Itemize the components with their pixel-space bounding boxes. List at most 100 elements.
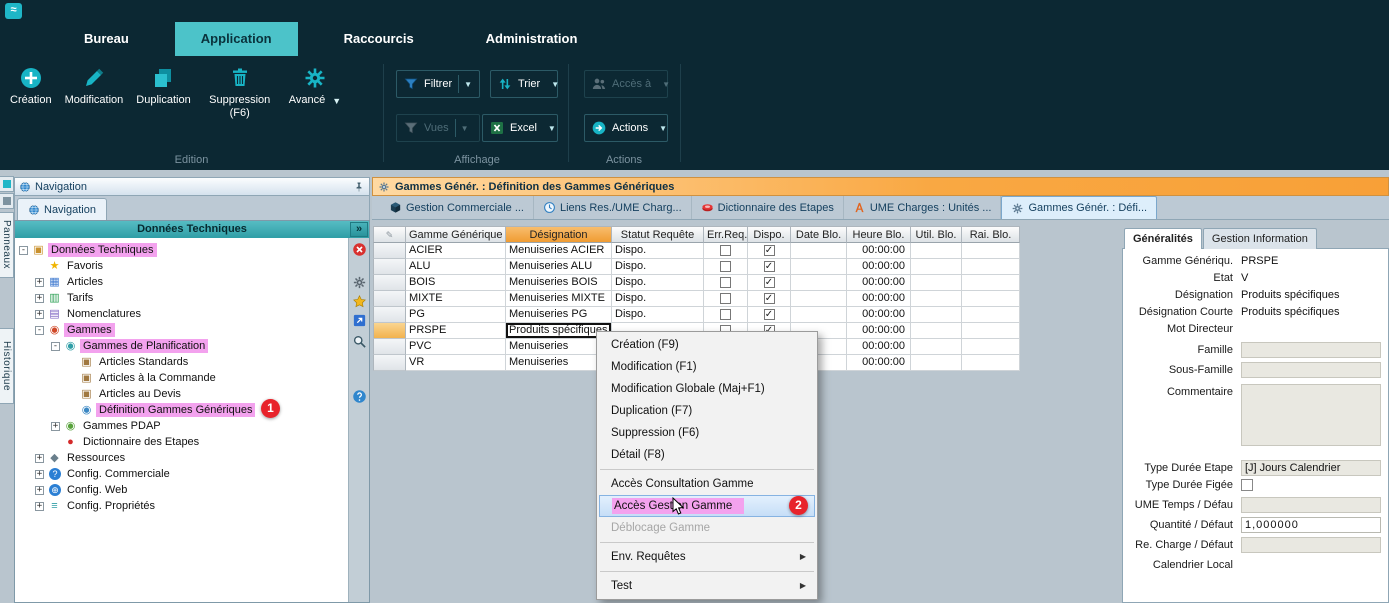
tab-application[interactable]: Application — [175, 22, 298, 56]
document-tab-dictionnaire-des-etapes[interactable]: Dictionnaire des Etapes — [692, 196, 844, 219]
table-row-pg[interactable]: PGMenuiseries PGDispo.✓00:00:00 — [373, 307, 1020, 323]
navigation-tab[interactable]: Navigation — [17, 198, 107, 220]
column-header-gamme-generique[interactable]: Gamme Générique — [406, 226, 506, 243]
tree-item-ressources[interactable]: +◆Ressources — [15, 450, 348, 466]
column-header-selector[interactable]: ✎ — [373, 226, 406, 243]
tab-raccourcis[interactable]: Raccourcis — [318, 22, 440, 56]
dropdown-arrow-icon[interactable]: ▼ — [659, 124, 667, 133]
tree-item-config-web[interactable]: +⊕Config. Web — [15, 482, 348, 498]
document-tab-gammes-gener-defi[interactable]: Gammes Génér. : Défi... — [1001, 196, 1157, 219]
navigate-icon[interactable] — [352, 313, 367, 328]
tree-item-articles-standards[interactable]: +▣Articles Standards — [15, 354, 348, 370]
table-row-mixte[interactable]: MIXTEMenuiseries MIXTEDispo.✓00:00:00 — [373, 291, 1020, 307]
field-input[interactable]: [J] Jours Calendrier — [1241, 460, 1381, 476]
modification-button[interactable]: Modification — [65, 66, 124, 107]
collapse-icon[interactable]: - — [35, 326, 44, 335]
menu-item-env-requetes[interactable]: Env. Requêtes▶ — [599, 546, 815, 568]
tree-item-donnees-techniques[interactable]: -▣Données Techniques — [15, 242, 348, 258]
tree-item-definition-gammes-generiques[interactable]: +◉Définition Gammes Génériques — [15, 402, 348, 418]
expand-icon[interactable]: + — [51, 422, 60, 431]
column-header-date-blo[interactable]: Date Blo. — [791, 226, 847, 243]
expand-icon[interactable]: + — [35, 310, 44, 319]
historique-tab[interactable]: Historique — [0, 328, 14, 404]
tab-administration[interactable]: Administration — [460, 22, 604, 56]
tab-bureau[interactable]: Bureau — [58, 22, 155, 56]
collapse-panel-button[interactable]: » — [350, 222, 368, 237]
expand-icon[interactable]: + — [35, 470, 44, 479]
excel-button[interactable]: Excel ▼ — [482, 114, 558, 142]
dropdown-arrow-icon[interactable]: ▼ — [464, 80, 472, 89]
menu-item-deblocage-gamme[interactable]: Déblocage Gamme — [599, 517, 815, 539]
panneaux-tab[interactable]: Panneaux — [0, 212, 14, 278]
document-tab-liens-res-ume-charg[interactable]: Liens Res./UME Charg... — [534, 196, 692, 219]
expand-icon[interactable]: + — [35, 294, 44, 303]
menu-item-creation-f9[interactable]: Création (F9) — [599, 334, 815, 356]
tree-item-gammes-pdap[interactable]: +◉Gammes PDAP — [15, 418, 348, 434]
expand-icon[interactable]: + — [35, 502, 44, 511]
expand-icon[interactable]: + — [35, 454, 44, 463]
tree-item-config-commerciale[interactable]: +?Config. Commerciale — [15, 466, 348, 482]
table-row-acier[interactable]: ACIERMenuiseries ACIERDispo.✓00:00:00 — [373, 243, 1020, 259]
panel-mini-tab[interactable] — [0, 193, 14, 209]
actions-button[interactable]: Actions ▼ — [584, 114, 668, 142]
checkbox-checked[interactable]: ✓ — [764, 293, 775, 304]
checkbox-unchecked[interactable] — [720, 309, 731, 320]
suppression-button[interactable]: Suppression (F6) — [204, 66, 276, 120]
menu-item-detail-f8[interactable]: Détail (F8) — [599, 444, 815, 466]
tree-item-articles[interactable]: +▦Articles — [15, 274, 348, 290]
menu-item-suppression-f6[interactable]: Suppression (F6) — [599, 422, 815, 444]
column-header-util-blo[interactable]: Util. Blo. — [911, 226, 962, 243]
checkbox-checked[interactable]: ✓ — [764, 245, 775, 256]
avance-button[interactable]: Avancé ▼ — [289, 66, 341, 107]
column-header-rai-blo[interactable]: Rai. Blo. — [962, 226, 1020, 243]
column-header-statut-requete[interactable]: Statut Requête — [612, 226, 704, 243]
tab-generalites[interactable]: Généralités — [1124, 228, 1202, 249]
tree-item-config-proprietes[interactable]: +≡Config. Propriétés — [15, 498, 348, 514]
tree-item-tarifs[interactable]: +▥Tarifs — [15, 290, 348, 306]
field-input[interactable]: 1,000000 — [1241, 517, 1381, 533]
menu-item-acces-gestion-gamme[interactable]: Accès Gestion Gamme — [599, 495, 815, 517]
tree-item-dictionnaire-des-etapes[interactable]: +●Dictionnaire des Etapes — [15, 434, 348, 450]
checkbox-unchecked[interactable] — [720, 293, 731, 304]
checkbox-checked[interactable]: ✓ — [764, 261, 775, 272]
column-header-err-req[interactable]: Err.Req. — [704, 226, 748, 243]
checkbox-unchecked[interactable] — [720, 261, 731, 272]
trier-button[interactable]: Trier ▼ — [490, 70, 558, 98]
tree-item-articles-au-devis[interactable]: +▣Articles au Devis — [15, 386, 348, 402]
checkbox-unchecked[interactable] — [720, 245, 731, 256]
creation-button[interactable]: Création — [10, 66, 52, 107]
menu-item-modification-globale-maj-f1[interactable]: Modification Globale (Maj+F1) — [599, 378, 815, 400]
vues-button[interactable]: Vues ▼ — [396, 114, 480, 142]
field-input[interactable] — [1241, 362, 1381, 378]
field-input[interactable] — [1241, 342, 1381, 358]
panel-mini-tab[interactable] — [0, 176, 14, 192]
document-tab-ume-charges-unites[interactable]: UME Charges : Unités ... — [844, 196, 1002, 219]
document-tab-gestion-commerciale[interactable]: Gestion Commerciale ... — [380, 196, 534, 219]
table-row-bois[interactable]: BOISMenuiseries BOISDispo.✓00:00:00 — [373, 275, 1020, 291]
collapse-icon[interactable]: - — [51, 342, 60, 351]
tree-item-gammes[interactable]: -◉Gammes — [15, 322, 348, 338]
app-logo-icon[interactable]: ≈ — [5, 3, 22, 19]
field-input[interactable] — [1241, 384, 1381, 446]
expand-icon[interactable]: + — [35, 278, 44, 287]
gear-icon[interactable] — [352, 275, 367, 290]
menu-item-duplication-f7[interactable]: Duplication (F7) — [599, 400, 815, 422]
tab-gestion-information[interactable]: Gestion Information — [1203, 228, 1317, 249]
field-input[interactable] — [1241, 497, 1381, 513]
filtrer-button[interactable]: Filtrer ▼ — [396, 70, 480, 98]
field-input[interactable] — [1241, 537, 1381, 553]
dropdown-arrow-icon[interactable]: ▼ — [551, 80, 559, 89]
dropdown-arrow-icon[interactable]: ▼ — [332, 96, 341, 106]
menu-item-test[interactable]: Test▶ — [599, 575, 815, 597]
expand-icon[interactable]: + — [35, 486, 44, 495]
collapse-icon[interactable]: - — [19, 246, 28, 255]
menu-item-acces-consultation-gamme[interactable]: Accès Consultation Gamme — [599, 473, 815, 495]
tree-item-articles-a-la-commande[interactable]: +▣Articles à la Commande — [15, 370, 348, 386]
tree-item-nomenclatures[interactable]: +▤Nomenclatures — [15, 306, 348, 322]
column-header-dispo[interactable]: Dispo. — [748, 226, 791, 243]
tree-item-favoris[interactable]: +★Favoris — [15, 258, 348, 274]
column-header-designation[interactable]: Désignation — [506, 226, 612, 243]
checkbox-unchecked[interactable] — [1241, 479, 1253, 491]
star-icon[interactable] — [352, 294, 367, 309]
pin-icon[interactable] — [353, 181, 365, 193]
